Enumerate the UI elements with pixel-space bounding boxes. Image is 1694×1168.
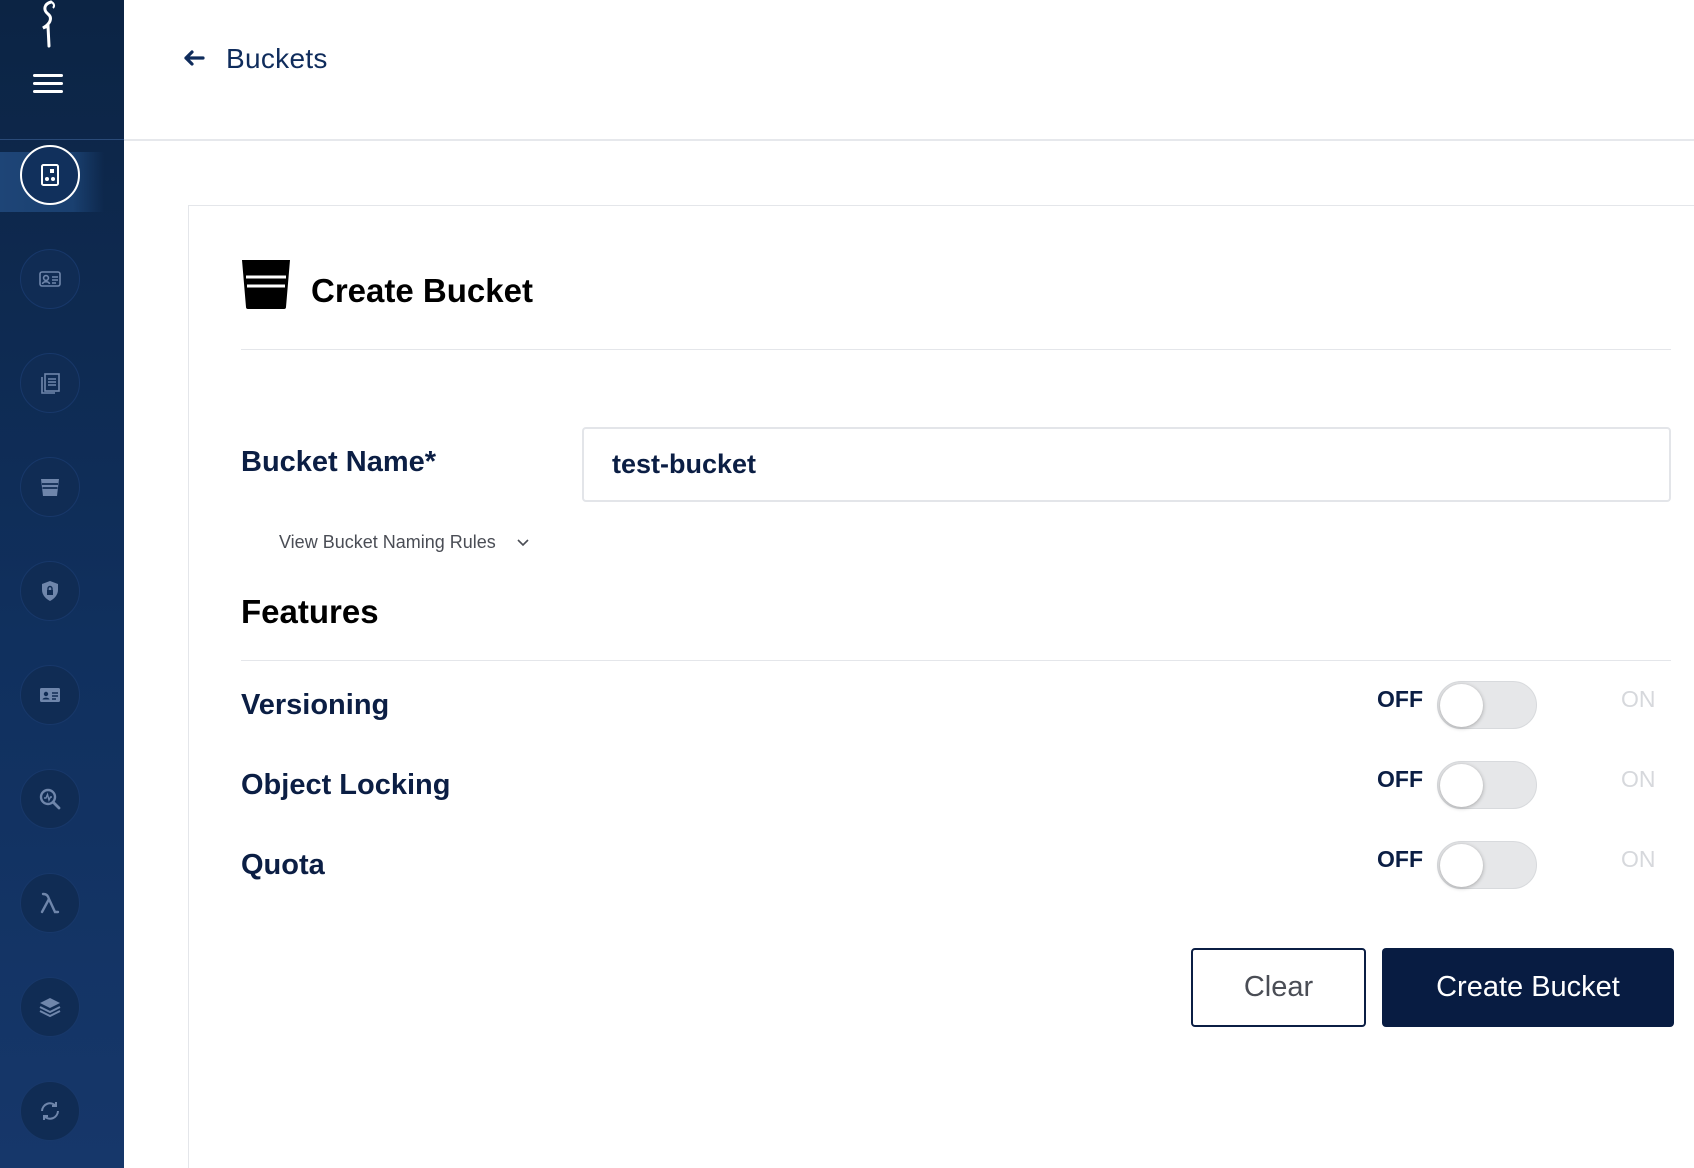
chevron-down-icon bbox=[517, 538, 529, 546]
identity-icon bbox=[39, 271, 61, 287]
off-label: OFF bbox=[1377, 686, 1423, 712]
sidebar-item-replication[interactable] bbox=[20, 1081, 80, 1141]
create-bucket-button[interactable]: Create Bucket bbox=[1382, 948, 1674, 1027]
buckets-icon bbox=[41, 164, 59, 186]
license-icon bbox=[40, 688, 60, 702]
feature-quota: Quota OFF ON bbox=[241, 841, 1671, 897]
feature-versioning: Versioning OFF ON bbox=[241, 681, 1671, 737]
versioning-toggle[interactable] bbox=[1437, 681, 1537, 729]
bucket-name-input[interactable] bbox=[582, 427, 1671, 502]
sidebar-item-bucket[interactable] bbox=[20, 457, 80, 517]
toggle-knob bbox=[1440, 844, 1483, 887]
on-label: ON bbox=[1621, 846, 1656, 872]
sidebar-item-lambda[interactable] bbox=[20, 873, 80, 933]
page-title: Create Bucket bbox=[311, 272, 533, 309]
logs-icon bbox=[41, 373, 60, 394]
back-arrow-icon[interactable] bbox=[179, 44, 209, 74]
security-icon bbox=[42, 581, 58, 601]
feature-object-locking: Object Locking OFF ON bbox=[241, 761, 1671, 817]
hamburger-menu-icon[interactable] bbox=[33, 74, 63, 96]
quota-toggle[interactable] bbox=[1437, 841, 1537, 889]
features-title: Features bbox=[241, 593, 379, 630]
sidebar-item-security[interactable] bbox=[20, 561, 80, 621]
sidebar-header bbox=[0, 0, 124, 140]
breadcrumb-buckets[interactable]: Buckets bbox=[226, 43, 328, 75]
bucket-name-label: Bucket Name* bbox=[241, 446, 437, 478]
feature-label: Versioning bbox=[241, 689, 390, 721]
sidebar-item-license[interactable] bbox=[20, 665, 80, 725]
card-title-row: Create Bucket bbox=[241, 258, 1671, 350]
sidebar-item-tiers[interactable] bbox=[20, 977, 80, 1037]
bucket-icon bbox=[242, 260, 290, 309]
features-header: Features bbox=[241, 591, 1671, 661]
page-header: Buckets bbox=[124, 0, 1694, 141]
off-label: OFF bbox=[1377, 846, 1423, 872]
on-label: ON bbox=[1621, 766, 1656, 792]
bucket-icon bbox=[41, 479, 59, 496]
minio-flamingo-logo-icon[interactable] bbox=[34, 0, 64, 52]
naming-rules-label: View Bucket Naming Rules bbox=[279, 532, 496, 552]
tiers-icon bbox=[39, 998, 61, 1018]
on-label: ON bbox=[1621, 686, 1656, 712]
sidebar-item-buckets[interactable] bbox=[20, 145, 80, 205]
sidebar-item-monitoring[interactable] bbox=[20, 769, 80, 829]
feature-label: Object Locking bbox=[241, 769, 451, 801]
object-locking-toggle[interactable] bbox=[1437, 761, 1537, 809]
toggle-knob bbox=[1440, 684, 1483, 727]
clear-button[interactable]: Clear bbox=[1191, 948, 1366, 1027]
feature-label: Quota bbox=[241, 849, 325, 881]
toggle-knob bbox=[1440, 764, 1483, 807]
off-label: OFF bbox=[1377, 766, 1423, 792]
sidebar bbox=[0, 0, 124, 1168]
sidebar-item-logs[interactable] bbox=[20, 353, 80, 413]
view-naming-rules-toggle[interactable]: View Bucket Naming Rules bbox=[279, 532, 532, 553]
lambda-icon bbox=[40, 892, 60, 914]
sidebar-item-identity[interactable] bbox=[20, 249, 80, 309]
replication-icon bbox=[41, 1102, 59, 1120]
create-bucket-card: Create Bucket Bucket Name* View Bucket N… bbox=[188, 205, 1694, 1168]
monitoring-icon bbox=[39, 788, 61, 810]
